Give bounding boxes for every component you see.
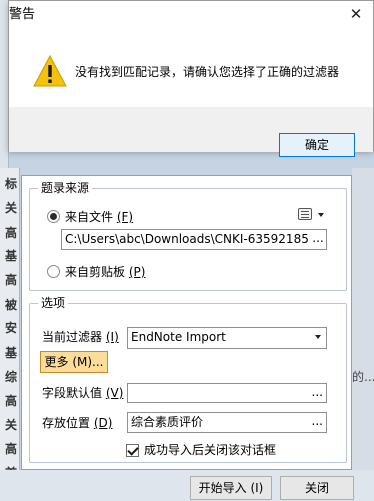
filter-select[interactable]: EndNote Import <box>127 327 327 349</box>
list-item: 高 <box>5 442 18 456</box>
storage-label: 存放位置 (D) <box>42 416 112 430</box>
truncated-text: 的... <box>352 370 374 384</box>
storage-label-text: 存放位置 <box>42 416 91 430</box>
warning-icon <box>33 55 67 87</box>
dialog-body: 没有找到匹配记录，请确认您选择了正确的过滤器 <box>9 31 373 107</box>
storage-ellipsis-button[interactable]: ... <box>312 413 323 429</box>
from-file-text: 来自文件 <box>65 210 114 224</box>
storage-value: 综合素质评价 <box>131 415 204 429</box>
dialog-title: 警告 <box>9 7 36 22</box>
from-clipboard-label[interactable]: 来自剪贴板 (P) <box>65 265 145 279</box>
close-icon[interactable]: ✕ <box>347 5 365 23</box>
list-item: 高 <box>5 394 18 408</box>
storage-label-accel: (D) <box>93 416 113 430</box>
field-default-label-text: 字段默认值 <box>42 386 103 400</box>
list-item: 关 <box>5 201 18 215</box>
from-clipboard-accel: (P) <box>128 265 146 279</box>
filter-label-text: 当前过滤器 <box>42 330 103 344</box>
from-file-radio[interactable] <box>47 210 60 223</box>
list-item: 关 <box>5 418 18 432</box>
from-file-accel: (F) <box>116 210 134 224</box>
storage-input[interactable]: 综合素质评价 ... <box>127 412 327 433</box>
file-path-value: C:\Users\abc\Downloads\CNKI-63592185 <box>65 232 309 246</box>
background-right-edge: 的... <box>352 168 374 501</box>
close-after-import-checkbox[interactable] <box>126 444 139 457</box>
filter-select-value: EndNote Import <box>131 330 226 344</box>
list-item: 标 <box>5 177 18 191</box>
source-group: 题录来源 来自文件 (F) C:\Users\abc\Downloads\CNK… <box>29 181 347 291</box>
from-clipboard-radio[interactable] <box>47 265 60 278</box>
field-default-ellipsis-button[interactable]: ... <box>312 384 323 400</box>
list-item: 安 <box>5 321 18 335</box>
field-default-label-accel: (V) <box>105 386 124 400</box>
chevron-down-icon[interactable] <box>318 213 324 217</box>
warning-dialog: 警告 ✕ 没有找到匹配记录，请确认您选择了正确的过滤器 确定 <box>8 0 374 157</box>
file-path-input[interactable]: C:\Users\abc\Downloads\CNKI-63592185 <box>61 229 327 250</box>
list-format-icon[interactable] <box>298 208 312 220</box>
browse-ellipsis-button[interactable]: ... <box>310 230 326 249</box>
filter-label-accel: (I) <box>105 330 119 344</box>
options-group-title: 选项 <box>38 296 69 310</box>
field-default-label: 字段默认值 (V) <box>42 386 123 400</box>
filter-label: 当前过滤器 (I) <box>42 330 119 344</box>
dialog-titlebar: 警告 ✕ <box>9 1 373 31</box>
background-reference-list: 标 关 高 基 高 被 安 基 综 高 关 高 首 高 <box>0 168 20 501</box>
list-item: 基 <box>5 346 18 360</box>
dialog-button-bar: 开始导入 (I) 关闭 <box>0 470 374 501</box>
list-item: 高 <box>5 273 18 287</box>
options-group: 选项 当前过滤器 (I) EndNote Import 更多 (M)... 字段… <box>29 296 347 463</box>
field-default-input[interactable]: ... <box>127 383 327 403</box>
start-import-button[interactable]: 开始导入 (I) <box>190 476 272 500</box>
from-clipboard-text: 来自剪贴板 <box>65 265 126 279</box>
from-file-label[interactable]: 来自文件 (F) <box>65 210 133 224</box>
ok-button[interactable]: 确定 <box>279 133 355 157</box>
close-after-import-label[interactable]: 成功导入后关闭该对话框 <box>144 443 276 457</box>
list-item: 综 <box>5 370 18 384</box>
dialog-message: 没有找到匹配记录，请确认您选择了正确的过滤器 <box>75 65 340 79</box>
close-button[interactable]: 关闭 <box>280 476 354 500</box>
list-item: 基 <box>5 249 18 263</box>
more-button[interactable]: 更多 (M)... <box>40 351 108 373</box>
list-item: 高 <box>5 226 18 240</box>
chevron-down-icon <box>315 335 321 339</box>
import-panel: 题录来源 来自文件 (F) C:\Users\abc\Downloads\CNK… <box>21 175 352 470</box>
list-item: 被 <box>5 298 18 312</box>
source-group-title: 题录来源 <box>38 181 93 195</box>
